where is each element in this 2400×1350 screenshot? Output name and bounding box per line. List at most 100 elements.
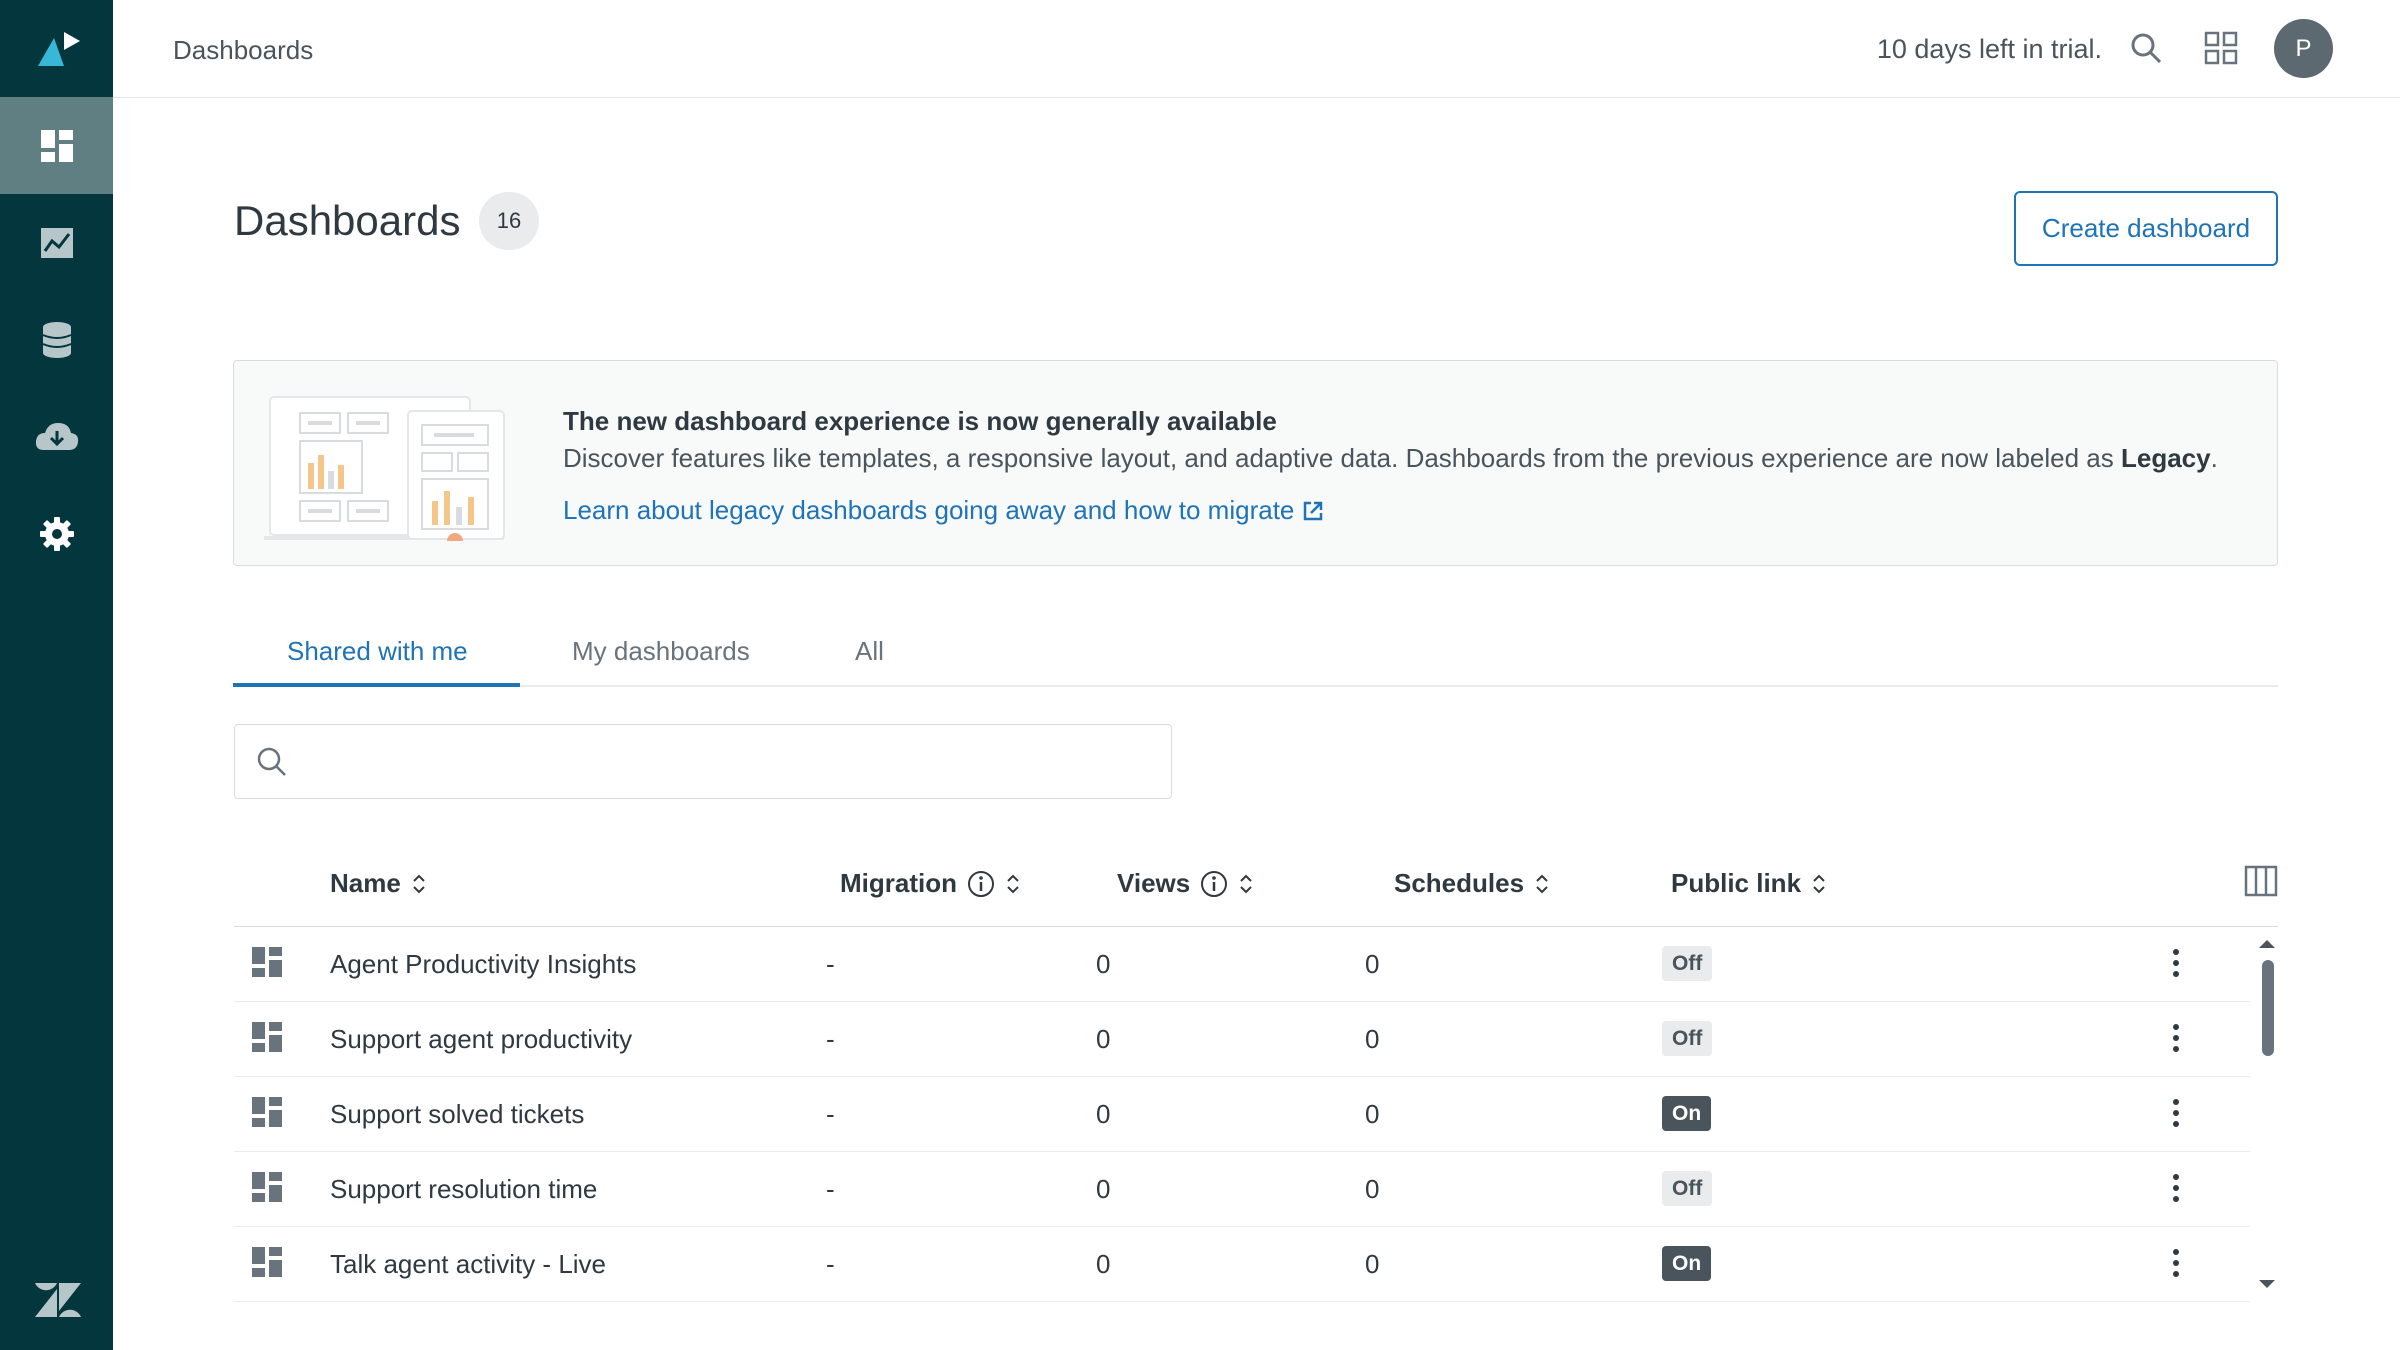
dashboard-icon — [252, 947, 282, 977]
sidebar — [0, 0, 113, 1350]
row-views: 0 — [1096, 1249, 1111, 1279]
row-name[interactable]: Support solved tickets — [330, 1099, 584, 1130]
public-link-status-badge: Off — [1662, 1171, 1713, 1206]
banner-description: Discover features like templates, a resp… — [563, 443, 2218, 474]
column-header-public-link[interactable]: Public link — [1671, 868, 1827, 899]
row-name[interactable]: Support agent productivity — [330, 1024, 632, 1055]
row-migration: - — [826, 1024, 835, 1054]
column-header-name[interactable]: Name — [330, 868, 427, 899]
apps-grid-icon[interactable] — [2199, 26, 2243, 70]
table-row[interactable]: Support solved tickets - 0 0 On — [234, 1077, 2250, 1152]
row-schedules: 0 — [1365, 1099, 1380, 1129]
public-link-status-badge: Off — [1662, 946, 1713, 981]
row-views: 0 — [1096, 949, 1111, 979]
top-bar: Dashboards 10 days left in trial. P — [113, 0, 2400, 98]
explore-logo-icon[interactable] — [0, 0, 113, 97]
sidebar-item-dashboards[interactable] — [0, 97, 113, 194]
user-avatar[interactable]: P — [2274, 19, 2333, 78]
column-header-migration[interactable]: Migration — [840, 868, 1021, 899]
topbar-title: Dashboards — [173, 35, 314, 65]
external-link-icon — [1304, 501, 1323, 520]
dashboard-search-input[interactable] — [301, 735, 1151, 789]
row-views: 0 — [1096, 1024, 1111, 1054]
sort-icon — [1813, 874, 1825, 893]
table-row[interactable]: Agent Productivity Insights - 0 0 Off — [234, 927, 2250, 1002]
tab-my-dashboards[interactable]: My dashboards — [572, 636, 750, 667]
row-schedules: 0 — [1365, 949, 1380, 979]
zendesk-logo-icon[interactable] — [0, 1250, 113, 1350]
page-title: Dashboards — [234, 197, 461, 244]
table-row[interactable]: Support resolution time - 0 0 Off — [234, 1152, 2250, 1227]
public-link-status-badge: On — [1662, 1246, 1712, 1281]
row-actions-icon[interactable] — [2164, 1168, 2188, 1208]
sort-icon — [1240, 874, 1252, 893]
active-tab-indicator — [233, 683, 520, 687]
sort-icon — [1536, 874, 1548, 893]
sort-icon — [413, 874, 425, 893]
column-header-name-label: Name — [330, 868, 401, 898]
column-header-schedules[interactable]: Schedules — [1394, 868, 1550, 899]
tab-shared-with-me[interactable]: Shared with me — [287, 636, 468, 667]
column-header-schedules-label: Schedules — [1394, 868, 1525, 898]
row-schedules: 0 — [1365, 1174, 1380, 1204]
banner-description-end: . — [2210, 443, 2218, 473]
sidebar-item-datasets[interactable] — [0, 291, 113, 388]
dashboard-illustration-icon — [264, 391, 514, 549]
dashboard-icon — [252, 1097, 282, 1127]
sidebar-item-download[interactable] — [0, 388, 113, 485]
info-icon[interactable] — [967, 870, 995, 898]
row-name[interactable]: Talk agent activity - Live — [330, 1249, 606, 1280]
public-link-status-badge: On — [1662, 1096, 1712, 1131]
sort-icon — [1007, 874, 1019, 893]
search-icon — [257, 747, 286, 776]
create-dashboard-button[interactable]: Create dashboard — [2014, 191, 2278, 266]
table-scrollbar[interactable] — [2256, 932, 2278, 1297]
row-name[interactable]: Support resolution time — [330, 1174, 597, 1205]
legacy-migration-link[interactable]: Learn about legacy dashboards going away… — [563, 495, 1324, 526]
row-migration: - — [826, 1099, 835, 1129]
column-settings-icon[interactable] — [2244, 864, 2278, 903]
column-header-public-link-label: Public link — [1671, 868, 1802, 898]
search-icon[interactable] — [2124, 26, 2168, 70]
column-header-views[interactable]: Views — [1117, 868, 1254, 899]
sidebar-item-reports[interactable] — [0, 194, 113, 291]
search-box — [234, 724, 1172, 799]
row-name[interactable]: Agent Productivity Insights — [330, 949, 636, 980]
dashboard-icon — [252, 1022, 282, 1052]
sidebar-item-settings[interactable] — [0, 485, 113, 582]
row-actions-icon[interactable] — [2164, 1018, 2188, 1058]
announcement-banner: The new dashboard experience is now gene… — [233, 360, 2278, 566]
download-icon — [35, 422, 78, 450]
dashboard-icon — [252, 1247, 282, 1277]
trial-notice: 10 days left in trial. — [1876, 34, 2102, 64]
row-schedules: 0 — [1365, 1024, 1380, 1054]
row-views: 0 — [1096, 1174, 1111, 1204]
table-row[interactable]: Support agent productivity - 0 0 Off — [234, 1002, 2250, 1077]
row-actions-icon[interactable] — [2164, 1243, 2188, 1283]
legacy-migration-link-label: Learn about legacy dashboards going away… — [563, 495, 1295, 525]
row-migration: - — [826, 1174, 835, 1204]
row-actions-icon[interactable] — [2164, 943, 2188, 983]
banner-title: The new dashboard experience is now gene… — [563, 406, 1277, 436]
tab-all[interactable]: All — [855, 636, 884, 667]
info-icon[interactable] — [1200, 870, 1228, 898]
banner-description-text: Discover features like templates, a resp… — [563, 443, 2121, 473]
datasets-icon — [42, 321, 71, 358]
dashboard-tabs: Shared with me My dashboards All — [233, 620, 2278, 687]
dashboards-icon — [40, 129, 73, 162]
dashboard-icon — [252, 1172, 282, 1202]
row-views: 0 — [1096, 1099, 1111, 1129]
public-link-status-badge: Off — [1662, 1021, 1713, 1056]
dashboard-count-badge: 16 — [479, 192, 539, 250]
table-row[interactable]: Talk agent activity - Live - 0 0 On — [234, 1227, 2250, 1302]
reports-icon — [40, 227, 73, 258]
banner-legacy-label: Legacy — [2120, 443, 2211, 473]
column-header-migration-label: Migration — [840, 868, 957, 898]
row-schedules: 0 — [1365, 1249, 1380, 1279]
settings-icon — [39, 516, 74, 551]
table-header: Name Migration Views Schedules Public li… — [234, 846, 2278, 927]
row-migration: - — [826, 949, 835, 979]
row-migration: - — [826, 1249, 835, 1279]
column-header-views-label: Views — [1117, 868, 1191, 898]
row-actions-icon[interactable] — [2164, 1093, 2188, 1133]
